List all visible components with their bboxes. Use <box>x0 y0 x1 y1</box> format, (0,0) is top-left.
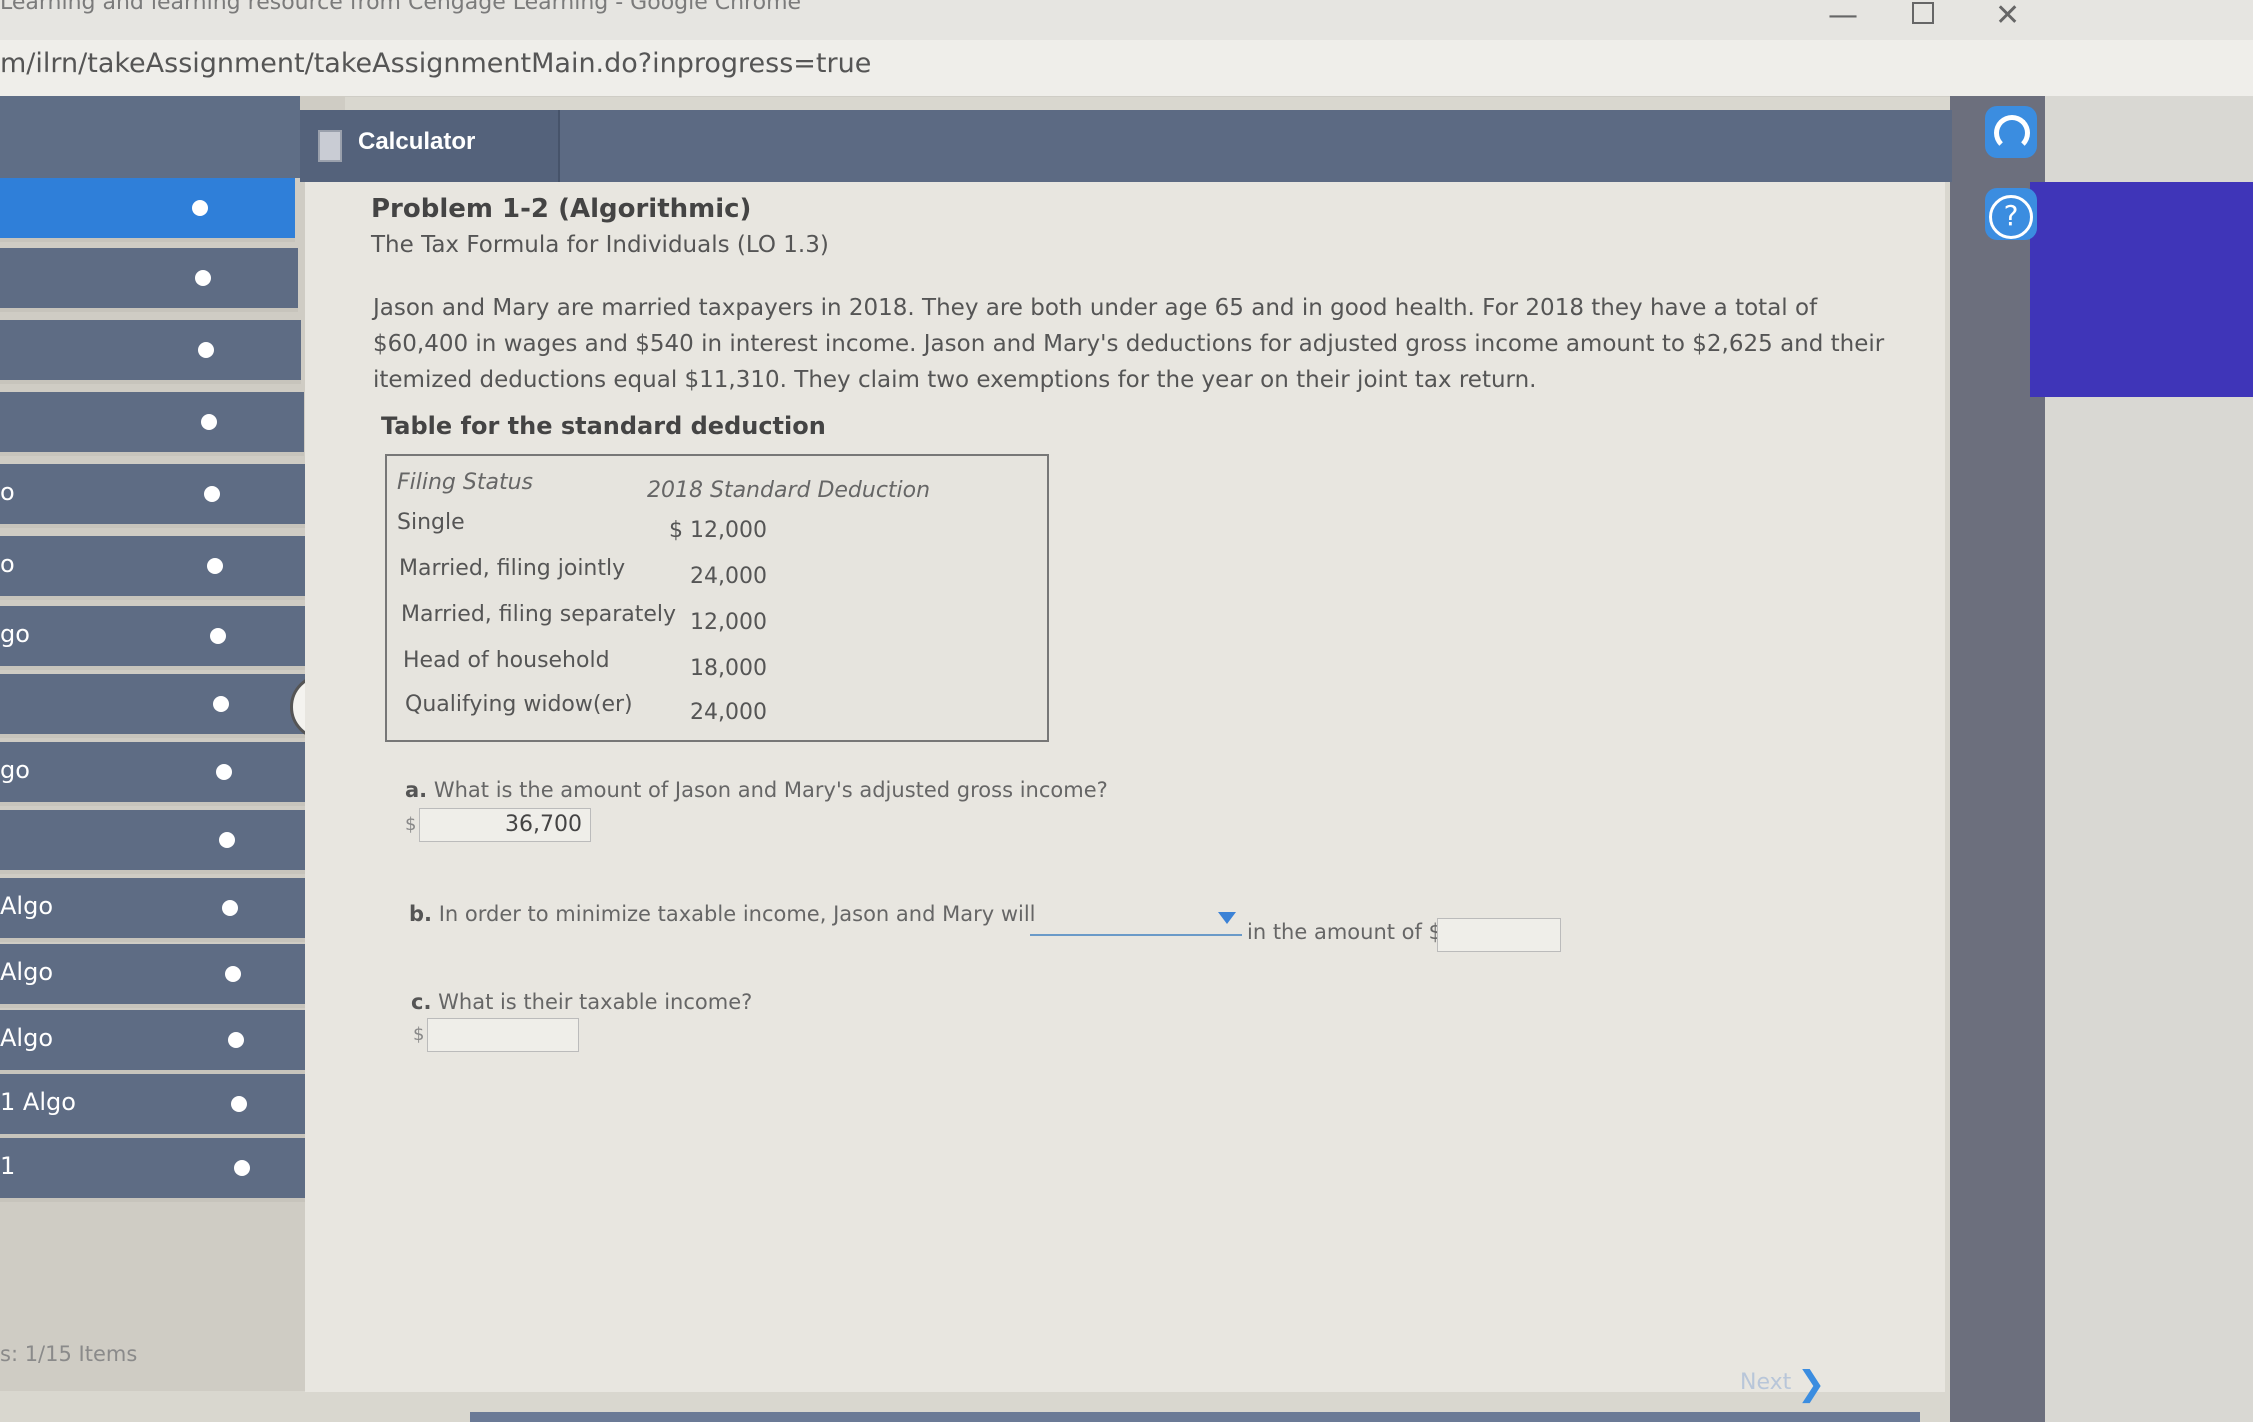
sidebar-item-14[interactable]: 1 Algo <box>0 1074 334 1138</box>
status-dot-icon <box>192 200 208 216</box>
table-cell-amount: $ 12,000 <box>669 518 767 543</box>
standard-deduction-table: Filing Status 2018 Standard Deduction Si… <box>385 454 1049 742</box>
sidebar-item-8[interactable] <box>0 674 316 738</box>
items-counter: s: 1/15 Items <box>0 1342 138 1366</box>
sidebar-item-label: Algo <box>0 1024 54 1052</box>
table-caption: Table for the standard deduction <box>381 412 826 440</box>
question-b-label: b. <box>409 902 433 926</box>
sidebar-item-label: o <box>0 550 15 578</box>
table-cell-amount: 24,000 <box>690 700 767 725</box>
sidebar-item-7[interactable]: go <box>0 606 313 670</box>
sidebar-item-label: o <box>0 478 15 506</box>
sidebar-item-label: Algo <box>0 892 54 920</box>
sidebar-item-9[interactable]: go <box>0 742 319 806</box>
status-dot-icon <box>216 764 232 780</box>
currency-symbol: $ <box>405 814 417 835</box>
status-dot-icon <box>213 696 229 712</box>
table-cell-status: Qualifying widow(er) <box>405 692 633 717</box>
table-header-deduction: 2018 Standard Deduction <box>647 478 931 503</box>
table-cell-amount: 12,000 <box>690 610 767 635</box>
chevron-right-icon[interactable]: ❯ <box>1797 1364 1826 1404</box>
sidebar-item-1[interactable] <box>0 178 295 242</box>
problem-title: Problem 1-2 (Algorithmic) <box>371 194 752 224</box>
question-c: c. What is their taxable income? <box>411 990 752 1014</box>
currency-symbol: $ <box>413 1024 425 1045</box>
question-c-label: c. <box>411 990 432 1014</box>
question-b: b. In order to minimize taxable income, … <box>409 902 1036 926</box>
question-a-text: What is the amount of Jason and Mary's a… <box>433 778 1108 802</box>
sidebar-item-5[interactable]: o <box>0 464 307 528</box>
status-dot-icon <box>195 270 211 286</box>
address-bar[interactable]: m/ilrn/takeAssignment/takeAssignmentMain… <box>0 40 2253 97</box>
url-text[interactable]: m/ilrn/takeAssignment/takeAssignmentMain… <box>0 48 871 79</box>
sidebar-item-label: Algo <box>0 958 54 986</box>
minimize-icon[interactable]: — <box>1828 0 1858 33</box>
status-dot-icon <box>228 1032 244 1048</box>
sidebar-item-10[interactable] <box>0 810 322 874</box>
sidebar-item-3[interactable] <box>0 320 301 384</box>
status-dot-icon <box>234 1160 250 1176</box>
status-dot-icon <box>219 832 235 848</box>
calculator-button[interactable]: Calculator <box>300 110 560 182</box>
window-title: Learning and learning resource from Ceng… <box>0 0 802 15</box>
status-dot-icon <box>201 414 217 430</box>
problem-content: Problem 1-2 (Algorithmic) The Tax Formul… <box>305 182 1945 1392</box>
support-headset-icon[interactable] <box>1985 106 2037 158</box>
taxable-income-input[interactable] <box>427 1018 579 1052</box>
sidebar-item-2[interactable] <box>0 248 298 312</box>
table-cell-amount: 24,000 <box>690 564 767 589</box>
status-dot-icon <box>222 900 238 916</box>
bottom-scroll-bar[interactable] <box>470 1412 1920 1422</box>
sidebar-item-4[interactable] <box>0 392 304 456</box>
agi-answer-input[interactable]: 36,700 <box>419 808 591 842</box>
table-cell-status: Single <box>397 510 465 535</box>
sidebar-item-11[interactable]: Algo <box>0 878 325 942</box>
next-button[interactable]: Next <box>1740 1370 1791 1395</box>
help-button[interactable]: ? <box>1985 188 2037 240</box>
table-cell-amount: 18,000 <box>690 656 767 681</box>
table-cell-status: Head of household <box>403 648 610 673</box>
sidebar-header <box>0 96 300 178</box>
help-icon: ? <box>1989 195 2033 239</box>
sidebar-item-label: go <box>0 620 30 648</box>
calculator-icon <box>318 130 342 162</box>
status-dot-icon <box>207 558 223 574</box>
question-b-suffix: in the amount of $ <box>1247 920 1442 944</box>
toolbar: Calculator <box>300 110 1952 182</box>
question-b-text-after: in the amount of <box>1247 920 1422 944</box>
sidebar-item-label: 1 Algo <box>0 1088 76 1116</box>
status-dot-icon <box>204 486 220 502</box>
status-dot-icon <box>210 628 226 644</box>
close-icon[interactable]: ✕ <box>1995 0 2020 33</box>
sidebar-item-6[interactable]: o <box>0 536 310 600</box>
sidebar-item-label: go <box>0 756 30 784</box>
chevron-down-icon <box>1218 912 1236 924</box>
sidebar-item-12[interactable]: Algo <box>0 944 328 1008</box>
deduction-type-dropdown[interactable] <box>1030 904 1242 936</box>
table-cell-status: Married, filing jointly <box>399 556 626 581</box>
deduction-amount-input[interactable] <box>1437 918 1561 952</box>
question-a-label: a. <box>405 778 428 802</box>
sidebar-item-label: 1 <box>0 1152 16 1180</box>
status-dot-icon <box>231 1096 247 1112</box>
question-b-text: In order to minimize taxable income, Jas… <box>438 902 1036 926</box>
sidebar-item-15[interactable]: 1 <box>0 1138 337 1202</box>
question-c-text: What is their taxable income? <box>438 990 753 1014</box>
sidebar-item-13[interactable]: Algo <box>0 1010 331 1074</box>
status-dot-icon <box>198 342 214 358</box>
maximize-icon[interactable] <box>1912 2 1934 24</box>
calculator-label: Calculator <box>358 128 476 155</box>
assignment-sidebar: o o go go Algo Algo Algo 1 Algo 1 s: 1/15 Items <box>0 96 345 1391</box>
side-panel <box>2030 182 2253 397</box>
problem-subtitle: The Tax Formula for Individuals (LO 1.3) <box>371 232 829 258</box>
table-header-status: Filing Status <box>397 470 533 495</box>
window-titlebar: Learning and learning resource from Ceng… <box>0 0 2253 40</box>
problem-text: Jason and Mary are married taxpayers in … <box>373 295 1885 393</box>
question-a: a. What is the amount of Jason and Mary'… <box>405 778 1108 802</box>
status-dot-icon <box>225 966 241 982</box>
